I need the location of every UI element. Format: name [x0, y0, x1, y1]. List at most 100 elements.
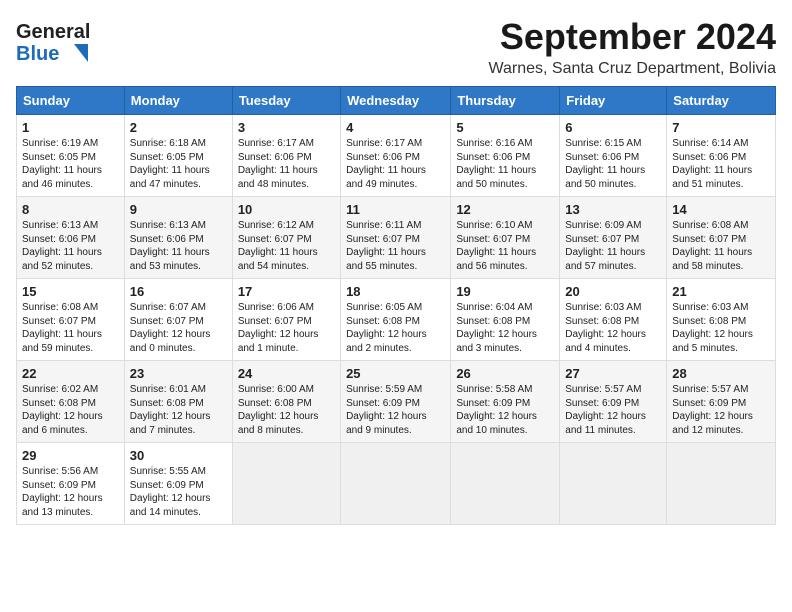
day-info: Sunrise: 6:03 AM Sunset: 6:08 PM Dayligh… — [672, 301, 770, 355]
calendar-week-1: 1 Sunrise: 6:19 AM Sunset: 6:05 PM Daylig… — [17, 115, 776, 197]
day-info: Sunrise: 6:13 AM Sunset: 6:06 PM Dayligh… — [22, 219, 119, 273]
day-info: Sunrise: 5:57 AM Sunset: 6:09 PM Dayligh… — [672, 383, 770, 437]
weekday-header-wednesday: Wednesday — [341, 87, 451, 115]
calendar-week-5: 29 Sunrise: 5:56 AM Sunset: 6:09 PM Dayli… — [17, 443, 776, 525]
day-info: Sunrise: 6:15 AM Sunset: 6:06 PM Dayligh… — [565, 137, 661, 191]
day-number: 26 — [456, 366, 554, 381]
day-info: Sunrise: 6:00 AM Sunset: 6:08 PM Dayligh… — [238, 383, 335, 437]
calendar-cell — [341, 443, 451, 525]
weekday-header-saturday: Saturday — [667, 87, 776, 115]
day-number: 6 — [565, 120, 661, 135]
day-info: Sunrise: 6:10 AM Sunset: 6:07 PM Dayligh… — [456, 219, 554, 273]
weekday-header-thursday: Thursday — [451, 87, 560, 115]
calendar-cell: 17Sunrise: 6:06 AM Sunset: 6:07 PM Dayli… — [232, 279, 340, 361]
calendar-cell: 15 Sunrise: 6:08 AM Sunset: 6:07 PM Dayli… — [17, 279, 125, 361]
day-number: 11 — [346, 202, 445, 217]
day-number: 28 — [672, 366, 770, 381]
day-info: Sunrise: 6:08 AM Sunset: 6:07 PM Dayligh… — [672, 219, 770, 273]
day-info: Sunrise: 6:13 AM Sunset: 6:06 PM Dayligh… — [130, 219, 227, 273]
calendar-cell: 11 Sunrise: 6:11 AM Sunset: 6:07 PM Dayli… — [341, 197, 451, 279]
day-info: Sunrise: 5:56 AM Sunset: 6:09 PM Dayligh… — [22, 465, 119, 519]
day-info: Sunrise: 6:14 AM Sunset: 6:06 PM Dayligh… — [672, 137, 770, 191]
day-number: 21 — [672, 284, 770, 299]
calendar-body: 1 Sunrise: 6:19 AM Sunset: 6:05 PM Daylig… — [17, 115, 776, 525]
calendar-cell: 24 Sunrise: 6:00 AM Sunset: 6:08 PM Dayli… — [232, 361, 340, 443]
calendar-cell: 27 Sunrise: 5:57 AM Sunset: 6:09 PM Dayli… — [560, 361, 667, 443]
calendar-week-2: 8Sunrise: 6:13 AM Sunset: 6:06 PM Daylig… — [17, 197, 776, 279]
day-number: 24 — [238, 366, 335, 381]
day-info: Sunrise: 6:07 AM Sunset: 6:07 PM Dayligh… — [130, 301, 227, 355]
day-number: 5 — [456, 120, 554, 135]
calendar-cell: 29 Sunrise: 5:56 AM Sunset: 6:09 PM Dayli… — [17, 443, 125, 525]
day-info: Sunrise: 6:12 AM Sunset: 6:07 PM Dayligh… — [238, 219, 335, 273]
day-number: 4 — [346, 120, 445, 135]
day-info: Sunrise: 6:11 AM Sunset: 6:07 PM Dayligh… — [346, 219, 445, 273]
day-number: 22 — [22, 366, 119, 381]
calendar-cell: 28 Sunrise: 5:57 AM Sunset: 6:09 PM Dayli… — [667, 361, 776, 443]
calendar-cell: 18 Sunrise: 6:05 AM Sunset: 6:08 PM Dayli… — [341, 279, 451, 361]
weekday-header-tuesday: Tuesday — [232, 87, 340, 115]
calendar-cell: 30 Sunrise: 5:55 AM Sunset: 6:09 PM Dayli… — [124, 443, 232, 525]
day-number: 27 — [565, 366, 661, 381]
day-number: 2 — [130, 120, 227, 135]
weekday-header-monday: Monday — [124, 87, 232, 115]
day-info: Sunrise: 5:59 AM Sunset: 6:09 PM Dayligh… — [346, 383, 445, 437]
day-number: 15 — [22, 284, 119, 299]
title-block: September 2024 Warnes, Santa Cruz Depart… — [488, 16, 776, 78]
day-info: Sunrise: 6:16 AM Sunset: 6:06 PM Dayligh… — [456, 137, 554, 191]
day-number: 10 — [238, 202, 335, 217]
calendar-cell: 6 Sunrise: 6:15 AM Sunset: 6:06 PM Daylig… — [560, 115, 667, 197]
weekday-header-row: SundayMondayTuesdayWednesdayThursdayFrid… — [17, 87, 776, 115]
calendar-table: SundayMondayTuesdayWednesdayThursdayFrid… — [16, 86, 776, 525]
calendar-cell: 19Sunrise: 6:04 AM Sunset: 6:08 PM Dayli… — [451, 279, 560, 361]
day-number: 12 — [456, 202, 554, 217]
calendar-week-3: 15 Sunrise: 6:08 AM Sunset: 6:07 PM Dayli… — [17, 279, 776, 361]
calendar-cell — [451, 443, 560, 525]
day-info: Sunrise: 6:05 AM Sunset: 6:08 PM Dayligh… — [346, 301, 445, 355]
day-info: Sunrise: 6:17 AM Sunset: 6:06 PM Dayligh… — [238, 137, 335, 191]
day-number: 30 — [130, 448, 227, 463]
day-info: Sunrise: 6:09 AM Sunset: 6:07 PM Dayligh… — [565, 219, 661, 273]
day-info: Sunrise: 6:19 AM Sunset: 6:05 PM Dayligh… — [22, 137, 119, 191]
calendar-cell: 22 Sunrise: 6:02 AM Sunset: 6:08 PM Dayli… — [17, 361, 125, 443]
day-number: 1 — [22, 120, 119, 135]
calendar-cell: 13 Sunrise: 6:09 AM Sunset: 6:07 PM Dayli… — [560, 197, 667, 279]
day-number: 29 — [22, 448, 119, 463]
calendar-cell — [667, 443, 776, 525]
calendar-cell: 23Sunrise: 6:01 AM Sunset: 6:08 PM Dayli… — [124, 361, 232, 443]
day-number: 9 — [130, 202, 227, 217]
day-info: Sunrise: 6:03 AM Sunset: 6:08 PM Dayligh… — [565, 301, 661, 355]
day-info: Sunrise: 6:08 AM Sunset: 6:07 PM Dayligh… — [22, 301, 119, 355]
day-info: Sunrise: 6:02 AM Sunset: 6:08 PM Dayligh… — [22, 383, 119, 437]
main-title: September 2024 — [488, 16, 776, 58]
day-info: Sunrise: 5:57 AM Sunset: 6:09 PM Dayligh… — [565, 383, 661, 437]
calendar-week-4: 22 Sunrise: 6:02 AM Sunset: 6:08 PM Dayli… — [17, 361, 776, 443]
calendar-cell: 8Sunrise: 6:13 AM Sunset: 6:06 PM Daylig… — [17, 197, 125, 279]
subtitle: Warnes, Santa Cruz Department, Bolivia — [488, 60, 776, 78]
day-number: 13 — [565, 202, 661, 217]
calendar-cell: 7 Sunrise: 6:14 AM Sunset: 6:06 PM Daylig… — [667, 115, 776, 197]
weekday-header-sunday: Sunday — [17, 87, 125, 115]
weekday-header-friday: Friday — [560, 87, 667, 115]
day-number: 7 — [672, 120, 770, 135]
calendar-cell: 20 Sunrise: 6:03 AM Sunset: 6:08 PM Dayli… — [560, 279, 667, 361]
calendar-cell: 5 Sunrise: 6:16 AM Sunset: 6:06 PM Daylig… — [451, 115, 560, 197]
calendar-cell: 4Sunrise: 6:17 AM Sunset: 6:06 PM Daylig… — [341, 115, 451, 197]
calendar-cell: 3Sunrise: 6:17 AM Sunset: 6:06 PM Daylig… — [232, 115, 340, 197]
day-number: 17 — [238, 284, 335, 299]
calendar-cell — [232, 443, 340, 525]
day-number: 19 — [456, 284, 554, 299]
day-number: 18 — [346, 284, 445, 299]
day-info: Sunrise: 6:18 AM Sunset: 6:05 PM Dayligh… — [130, 137, 227, 191]
day-info: Sunrise: 5:55 AM Sunset: 6:09 PM Dayligh… — [130, 465, 227, 519]
day-info: Sunrise: 5:58 AM Sunset: 6:09 PM Dayligh… — [456, 383, 554, 437]
calendar-cell: 9 Sunrise: 6:13 AM Sunset: 6:06 PM Daylig… — [124, 197, 232, 279]
calendar-cell: 14Sunrise: 6:08 AM Sunset: 6:07 PM Dayli… — [667, 197, 776, 279]
day-number: 20 — [565, 284, 661, 299]
calendar-cell: 10 Sunrise: 6:12 AM Sunset: 6:07 PM Dayli… — [232, 197, 340, 279]
day-info: Sunrise: 6:01 AM Sunset: 6:08 PM Dayligh… — [130, 383, 227, 437]
day-number: 16 — [130, 284, 227, 299]
svg-text:Blue: Blue — [16, 43, 59, 65]
calendar-cell — [560, 443, 667, 525]
calendar-cell: 12 Sunrise: 6:10 AM Sunset: 6:07 PM Dayli… — [451, 197, 560, 279]
